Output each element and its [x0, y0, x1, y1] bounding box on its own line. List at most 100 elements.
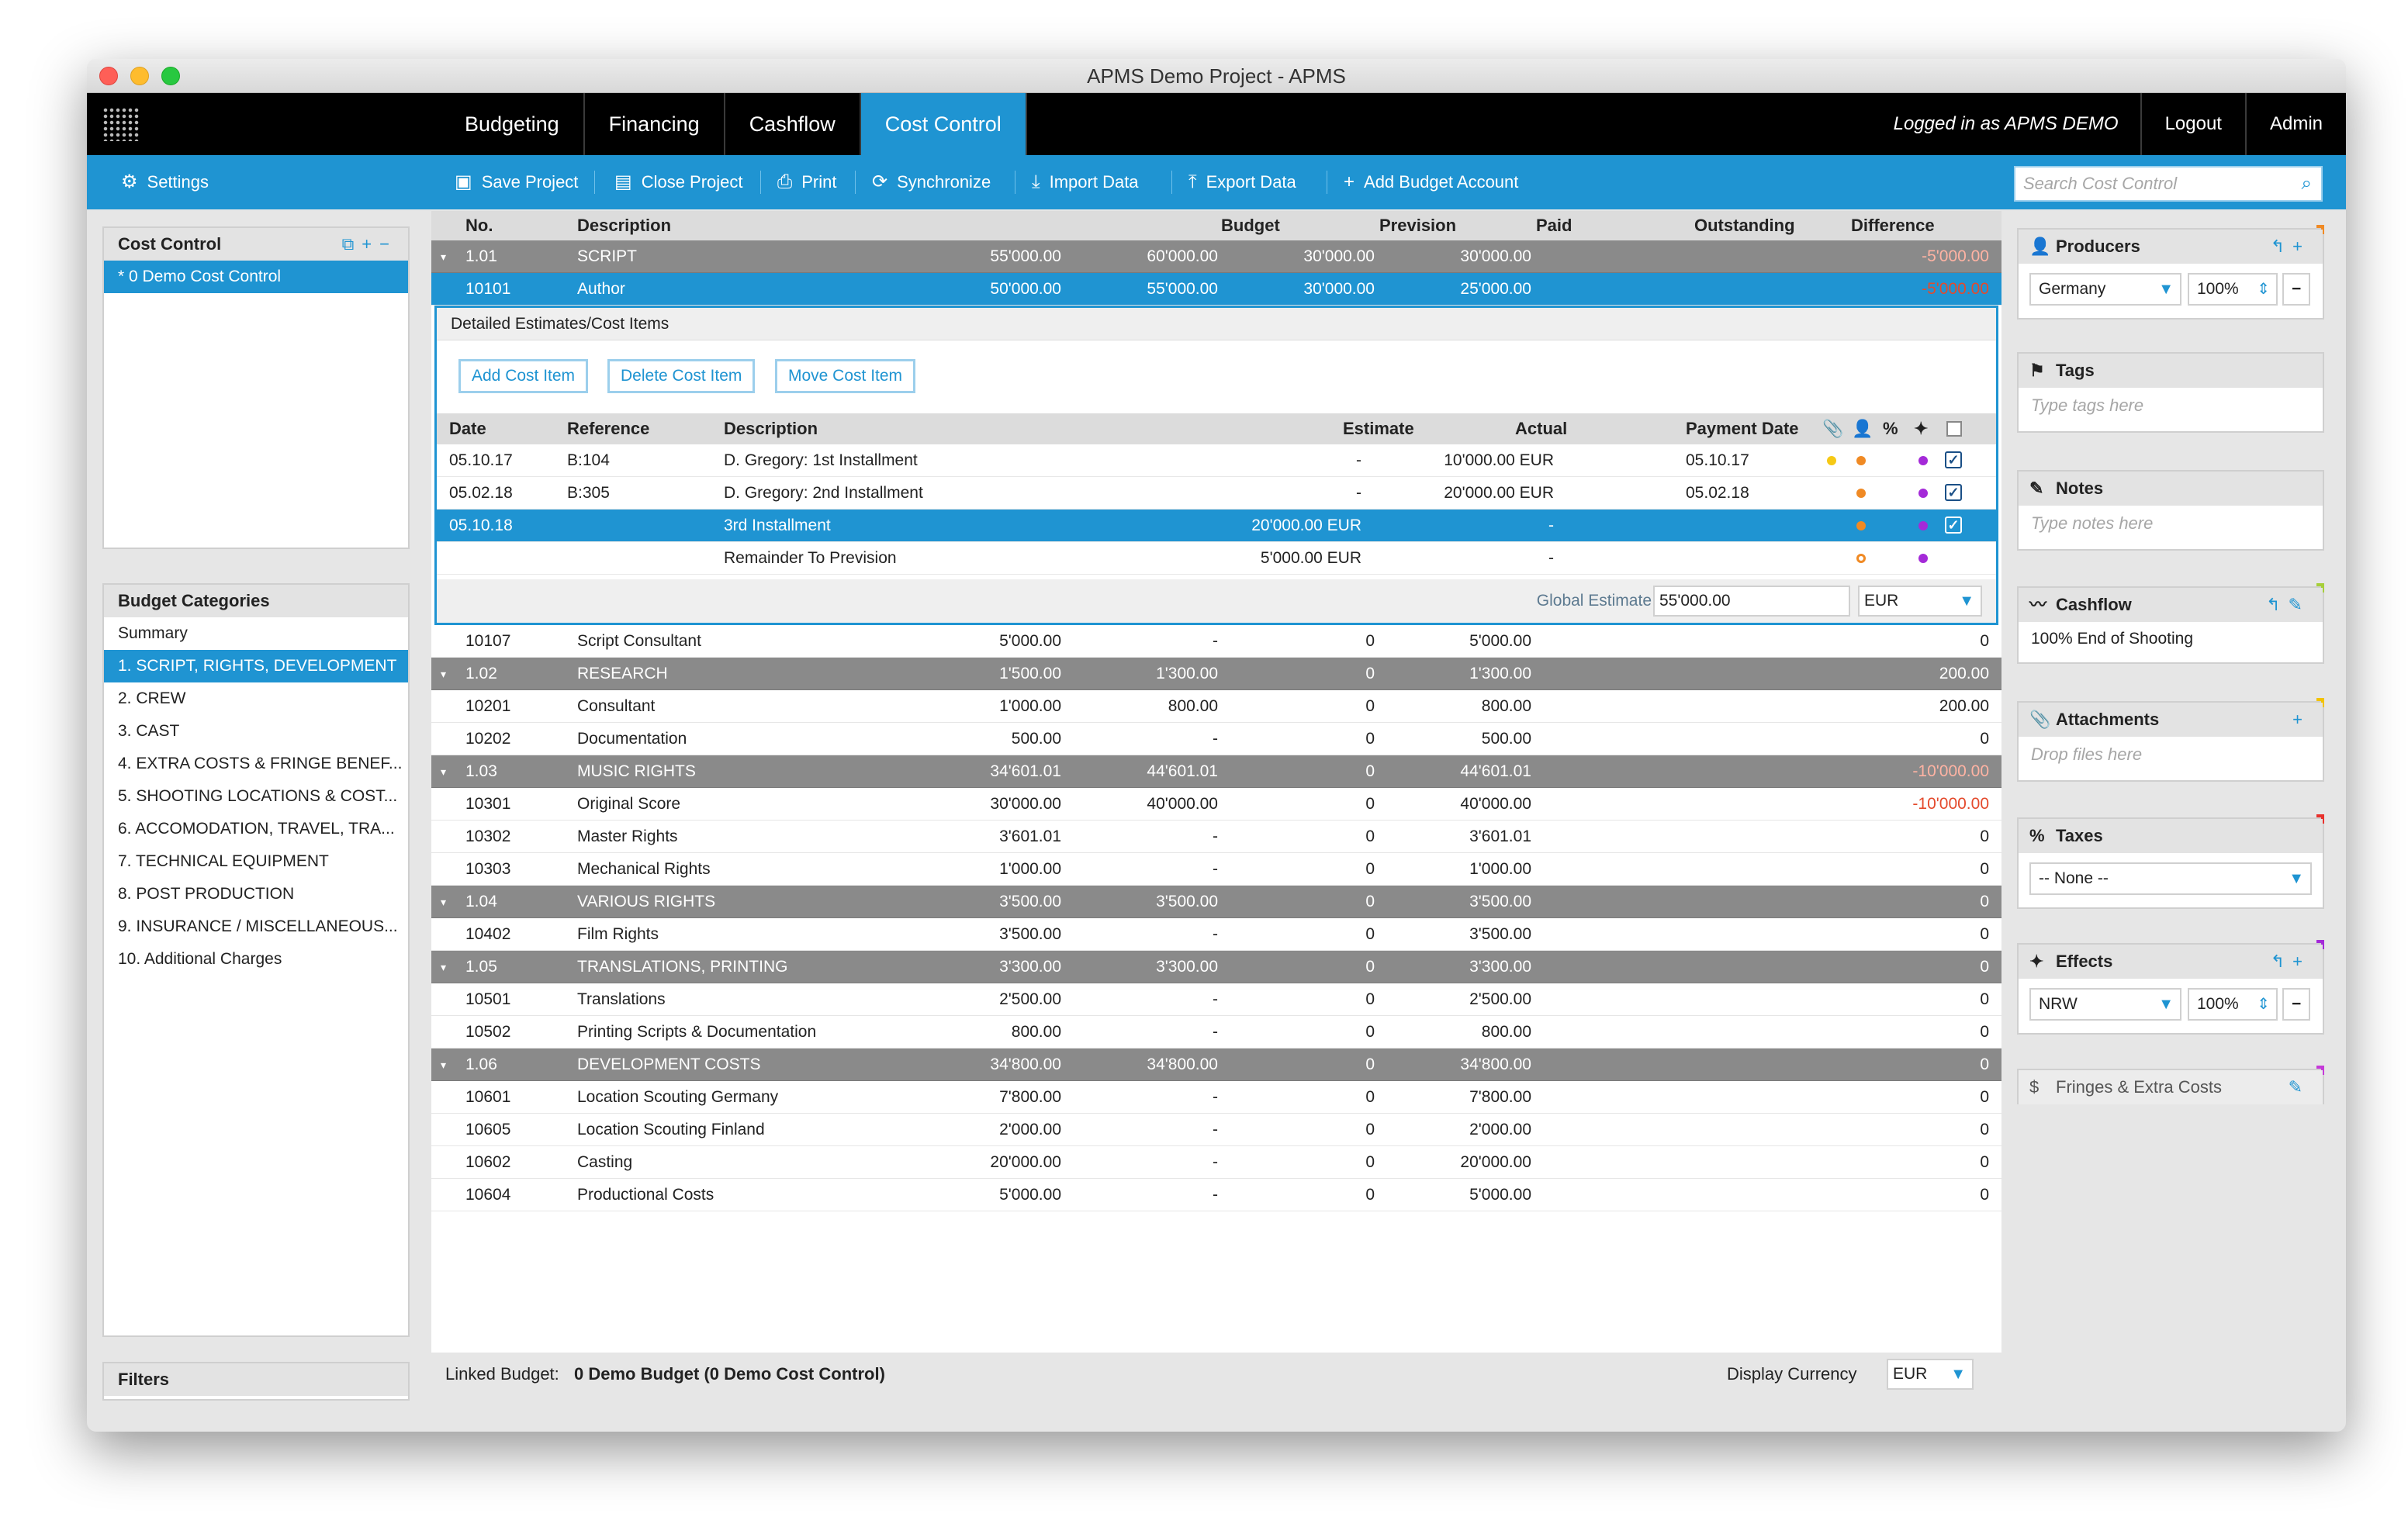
add-budget-account-button[interactable]: + Add Budget Account	[1344, 155, 1518, 209]
tags-input[interactable]: Type tags here	[2019, 388, 2323, 423]
category-item[interactable]: 5. SHOOTING LOCATIONS & COST...	[104, 780, 408, 813]
category-item[interactable]: 2. CREW	[104, 682, 408, 715]
table-row[interactable]: 10302 Master Rights 3'601.01 - 0 3'601.01 0	[431, 821, 2001, 853]
currency-select[interactable]: EUR ▼	[1858, 586, 1982, 617]
settings-button[interactable]: ⚙ Settings	[121, 155, 209, 209]
zoom-window-button[interactable]	[161, 67, 180, 85]
table-row[interactable]: 10201 Consultant 1'000.00 800.00 0 800.00 200.…	[431, 690, 2001, 723]
cost-item-row[interactable]: 05.10.18 3rd Installment 20'000.00 EUR - ✓	[437, 510, 1996, 542]
table-row[interactable]: 10501 Translations 2'500.00 - 0 2'500.00 0	[431, 983, 2001, 1016]
minimize-window-button[interactable]	[130, 67, 149, 85]
tab-financing[interactable]: Financing	[585, 93, 725, 155]
expand-toggle-icon[interactable]: ▾	[441, 755, 446, 787]
expand-toggle-icon[interactable]: ▾	[441, 1049, 446, 1080]
category-item[interactable]: 6. ACCOMODATION, TRAVEL, TRA...	[104, 813, 408, 845]
close-project-button[interactable]: ▤ Close Project	[614, 155, 743, 209]
category-item[interactable]: 9. INSURANCE / MISCELLANEOUS...	[104, 910, 408, 943]
app-logo[interactable]	[102, 107, 140, 141]
remove-producer-button[interactable]: −	[2282, 273, 2310, 306]
producer-country-select[interactable]: Germany ▼	[2029, 273, 2181, 306]
tab-cost-control[interactable]: Cost Control	[860, 93, 1027, 155]
cell-difference: 0	[1980, 925, 1989, 943]
panel-actions[interactable]: ↰+	[2271, 945, 2310, 979]
expand-toggle-icon[interactable]: ▾	[441, 240, 446, 272]
producer-percent-stepper[interactable]: 100% ⇕	[2188, 273, 2278, 306]
cell-prevision: -	[1213, 730, 1218, 748]
row-checkbox[interactable]: ✓	[1945, 484, 1962, 501]
save-project-button[interactable]: ▣ Save Project	[455, 155, 578, 209]
add-cost-item-button[interactable]: Add Cost Item	[458, 359, 589, 393]
cost-item-row[interactable]: Remainder To Prevision 5'000.00 EUR -	[437, 542, 1996, 575]
delete-cost-item-button[interactable]: Delete Cost Item	[607, 359, 756, 393]
tab-budgeting[interactable]: Budgeting	[441, 93, 585, 155]
remove-effect-button[interactable]: −	[2282, 988, 2310, 1021]
cost-control-item[interactable]: * 0 Demo Cost Control	[104, 261, 408, 293]
filters-panel[interactable]: Filters	[102, 1362, 410, 1401]
table-row[interactable]: 10402 Film Rights 3'500.00 - 0 3'500.00 0	[431, 918, 2001, 951]
cell-no: 10402	[465, 925, 511, 943]
print-button[interactable]: ⎙ Print	[777, 155, 836, 209]
move-cost-item-button[interactable]: Move Cost Item	[775, 359, 916, 393]
table-row[interactable]: 10604 Productional Costs 5'000.00 - 0 5'000.0…	[431, 1179, 2001, 1211]
group-row[interactable]: ▾ 1.05 TRANSLATIONS, PRINTING 3'300.00 3'300…	[431, 951, 2001, 983]
cell-no: 10502	[465, 1023, 511, 1041]
category-item[interactable]: 4. EXTRA COSTS & FRINGE BENEF...	[104, 748, 408, 780]
group-row[interactable]: ▾ 1.04 VARIOUS RIGHTS 3'500.00 3'500.00 0 3'50…	[431, 886, 2001, 918]
category-item[interactable]: Summary	[104, 617, 408, 650]
close-window-button[interactable]	[99, 67, 118, 85]
table-row[interactable]: 10602 Casting 20'000.00 - 0 20'000.00 0	[431, 1146, 2001, 1179]
table-row[interactable]: 10502 Printing Scripts & Documentation 800…	[431, 1016, 2001, 1049]
category-item[interactable]: 10. Additional Charges	[104, 943, 408, 976]
group-row[interactable]: ▾ 1.03 MUSIC RIGHTS 34'601.01 44'601.01 0 44'6…	[431, 755, 2001, 788]
category-item[interactable]: 1. SCRIPT, RIGHTS, DEVELOPMENT	[104, 650, 408, 682]
stepper-icon[interactable]: ⇕	[2257, 275, 2270, 304]
row-checkbox[interactable]: ✓	[1945, 517, 1962, 534]
search-icon[interactable]: ⌕	[2302, 168, 2312, 200]
notes-input[interactable]: Type notes here	[2019, 506, 2323, 541]
category-item[interactable]: 8. POST PRODUCTION	[104, 878, 408, 910]
attachments-dropzone[interactable]: Drop files here	[2019, 737, 2323, 772]
row-checkbox[interactable]: ✓	[1945, 451, 1962, 468]
search-input[interactable]: Search Cost Control ⌕	[2014, 166, 2323, 202]
table-row[interactable]: 10101 Author 50'000.00 55'000.00 30'000.00 25…	[431, 273, 2001, 306]
expand-toggle-icon[interactable]: ▾	[441, 951, 446, 983]
group-row[interactable]: ▾ 1.02 RESEARCH 1'500.00 1'300.00 0 1'300.00 20…	[431, 658, 2001, 690]
taxes-select[interactable]: -- None -- ▼	[2029, 862, 2312, 895]
add-attachment-button[interactable]: +	[2292, 703, 2310, 737]
table-row[interactable]: 10605 Location Scouting Finland 2'000.00 - 0…	[431, 1114, 2001, 1146]
select-all-checkbox[interactable]	[1946, 421, 1962, 437]
group-row[interactable]: ▾ 1.06 DEVELOPMENT COSTS 34'800.00 34'800.00…	[431, 1049, 2001, 1081]
expand-toggle-icon[interactable]: ▾	[441, 658, 446, 689]
table-row[interactable]: 10303 Mechanical Rights 1'000.00 - 0 1'000.00…	[431, 853, 2001, 886]
effects-region-select[interactable]: NRW ▼	[2029, 988, 2181, 1021]
category-item[interactable]: 7. TECHNICAL EQUIPMENT	[104, 845, 408, 878]
export-data-button[interactable]: ⤒ Export Data	[1188, 155, 1296, 209]
edit-fringes-button[interactable]: ✎	[2289, 1070, 2310, 1104]
table-row[interactable]: 10107 Script Consultant 5'000.00 - 0 5'000.00…	[431, 625, 2001, 658]
stepper-icon[interactable]: ⇕	[2257, 990, 2270, 1019]
import-data-button[interactable]: ⤓ Import Data	[1032, 155, 1139, 209]
cell-difference: 0	[1980, 893, 1989, 910]
cost-item-row[interactable]: 05.10.17 B:104 D. Gregory: 1st Installment…	[437, 444, 1996, 477]
table-row[interactable]: 10301 Original Score 30'000.00 40'000.00 0 40…	[431, 788, 2001, 821]
table-row[interactable]: 10601 Location Scouting Germany 7'800.00 - 0…	[431, 1081, 2001, 1114]
category-item[interactable]: 3. CAST	[104, 715, 408, 748]
effects-percent-stepper[interactable]: 100% ⇕	[2188, 988, 2278, 1021]
tab-cashflow[interactable]: Cashflow	[725, 93, 861, 155]
cost-item-row[interactable]: 05.02.18 B:305 D. Gregory: 2nd Installment…	[437, 477, 1996, 510]
cell-paid: 0	[1365, 1055, 1375, 1073]
panel-actions[interactable]: ⧉+−	[342, 228, 397, 261]
display-currency-select[interactable]: EUR ▼	[1887, 1359, 1974, 1390]
admin-button[interactable]: Admin	[2244, 93, 2346, 155]
global-estimate-input[interactable]: 55'000.00	[1653, 586, 1850, 617]
synchronize-button[interactable]: ⟳ Synchronize	[872, 155, 991, 209]
cell-paid: 30'000.00	[1303, 280, 1375, 298]
table-row[interactable]: 10202 Documentation 500.00 - 0 500.00 0	[431, 723, 2001, 755]
person-icon: 👤	[2029, 237, 2051, 256]
panel-actions[interactable]: ↰+	[2271, 230, 2310, 264]
logout-button[interactable]: Logout	[2140, 93, 2245, 155]
group-row[interactable]: ▾ 1.01 SCRIPT 55'000.00 60'000.00 30'000.00 30…	[431, 240, 2001, 273]
panel-actions[interactable]: ↰✎	[2266, 588, 2310, 622]
cost-item-date: 05.02.18	[449, 484, 513, 502]
expand-toggle-icon[interactable]: ▾	[441, 886, 446, 917]
